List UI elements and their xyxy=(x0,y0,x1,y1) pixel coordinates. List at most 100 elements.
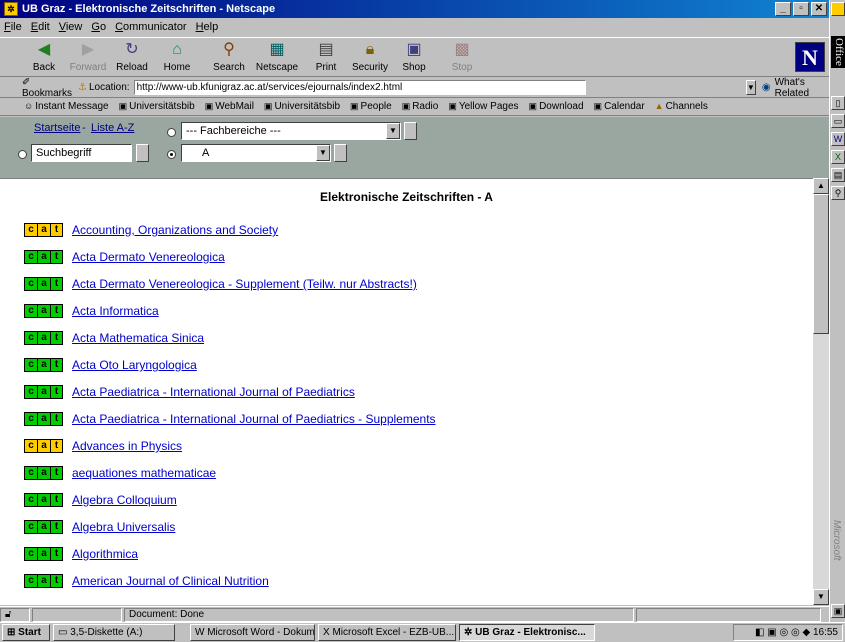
fachbereiche-go-button[interactable] xyxy=(404,122,417,140)
cat-availability-badge[interactable]: cat xyxy=(24,466,63,480)
journal-link[interactable]: Acta Dermato Venereologica xyxy=(72,248,225,266)
cat-availability-badge[interactable]: cat xyxy=(24,493,63,507)
suchbegriff-go-button[interactable] xyxy=(136,144,149,162)
cat-availability-badge[interactable]: cat xyxy=(24,250,63,264)
radio-suchbegriff[interactable] xyxy=(18,150,27,159)
cat-availability-badge[interactable]: cat xyxy=(24,223,63,237)
suchbegriff-input[interactable]: Suchbegriff xyxy=(31,144,132,162)
bookmark-icon: ▣ xyxy=(263,101,273,111)
cat-letter: c xyxy=(24,439,37,453)
cat-availability-badge[interactable]: cat xyxy=(24,358,63,372)
stop-button[interactable]: ▩ Stop xyxy=(440,41,484,77)
menu-edit[interactable]: Edit xyxy=(31,21,50,33)
letter-select[interactable]: A ▼ xyxy=(181,144,331,162)
bookmarks-button[interactable]: ✐ Bookmarks xyxy=(22,77,72,99)
bookmark-yellow-pages[interactable]: ▣ Yellow Pages xyxy=(448,101,518,112)
maximize-button[interactable]: ▫ xyxy=(793,2,809,16)
cat-letter: t xyxy=(50,466,63,480)
url-dropdown-button[interactable]: ▼ xyxy=(745,80,756,95)
menu-help[interactable]: Help xyxy=(196,21,219,33)
shop-button[interactable]: ▣ Shop xyxy=(392,41,436,77)
cat-availability-badge[interactable]: cat xyxy=(24,520,63,534)
new-document-icon[interactable]: ▯ xyxy=(831,96,845,110)
fachbereiche-select[interactable]: --- Fachbereiche --- ▼ xyxy=(181,122,401,140)
journal-link[interactable]: Acta Paediatrica - International Journal… xyxy=(72,410,436,428)
radio-fachbereiche[interactable] xyxy=(167,128,176,137)
vertical-scrollbar[interactable]: ▲ ▼ xyxy=(813,178,829,605)
bookmark-instant-message[interactable]: ☺ Instant Message xyxy=(24,101,109,112)
cat-letter: c xyxy=(24,277,37,291)
journal-link[interactable]: Algorithmica xyxy=(72,545,138,563)
taskbar-item-word[interactable]: W Microsoft Word - Dokument1 xyxy=(190,624,315,641)
cat-availability-badge[interactable]: cat xyxy=(24,331,63,345)
close-button[interactable]: ✕ xyxy=(811,2,827,16)
netscape-app-icon: ✲ xyxy=(4,2,18,16)
cat-availability-badge[interactable]: cat xyxy=(24,547,63,561)
bookmark-people[interactable]: ▣ People xyxy=(350,101,392,112)
windows-logo-icon: ⊞ xyxy=(7,627,19,638)
reload-button[interactable]: ↻ Reload xyxy=(110,41,154,77)
journal-link[interactable]: Algebra Universalis xyxy=(72,518,175,536)
bookmark-calendar[interactable]: ▣ Calendar xyxy=(594,101,645,112)
cat-letter: a xyxy=(37,412,50,426)
cat-availability-badge[interactable]: cat xyxy=(24,439,63,453)
journal-link[interactable]: Acta Informatica xyxy=(72,302,159,320)
home-button[interactable]: ⌂ Home xyxy=(155,41,199,77)
cat-letter: t xyxy=(50,277,63,291)
menu-communicator[interactable]: Communicator xyxy=(115,21,187,33)
journal-link[interactable]: Acta Oto Laryngologica xyxy=(72,356,197,374)
excel-icon[interactable]: X xyxy=(831,150,845,164)
outlook-icon[interactable]: ▤ xyxy=(831,168,845,182)
cat-availability-badge[interactable]: cat xyxy=(24,304,63,318)
scroll-up-button[interactable]: ▲ xyxy=(813,178,829,194)
bookmark-universitaetsbib-2[interactable]: ▣ Universitätsbib xyxy=(264,101,340,112)
menu-go[interactable]: Go xyxy=(91,21,106,33)
search-button[interactable]: ⚲ Search xyxy=(207,41,251,77)
cat-availability-badge[interactable]: cat xyxy=(24,412,63,426)
bookmark-channels[interactable]: ▲ Channels xyxy=(655,101,708,112)
journal-link[interactable]: Advances in Physics xyxy=(72,437,182,455)
scroll-thumb[interactable] xyxy=(813,194,829,334)
taskbar-item-diskette[interactable]: ▭ 3,5-Diskette (A:) xyxy=(53,624,175,641)
journal-link[interactable]: Acta Mathematica Sinica xyxy=(72,329,204,347)
cat-availability-badge[interactable]: cat xyxy=(24,277,63,291)
cat-letter: c xyxy=(24,520,37,534)
forward-button[interactable]: ▶ Forward xyxy=(66,41,110,77)
bookmark-webmail[interactable]: ▣ WebMail xyxy=(205,101,254,112)
open-folder-icon[interactable]: ▭ xyxy=(831,114,845,128)
security-button[interactable]: 🔒︎ Security xyxy=(348,41,392,77)
netscape-button[interactable]: ▦ Netscape xyxy=(255,41,299,77)
journal-link[interactable]: American Journal of Clinical Nutrition xyxy=(72,572,269,590)
startseite-link[interactable]: Startseite xyxy=(34,122,80,134)
cat-letter: a xyxy=(37,250,50,264)
print-button[interactable]: ▤ Print xyxy=(304,41,348,77)
bookmark-radio[interactable]: ▣ Radio xyxy=(402,101,439,112)
office-menu-icon[interactable] xyxy=(831,2,845,16)
taskbar-item-excel[interactable]: X Microsoft Excel - EZB-UB... xyxy=(318,624,456,641)
taskbar-item-netscape[interactable]: ✲ UB Graz - Elektronisc... xyxy=(459,624,595,641)
minimize-button[interactable]: _ xyxy=(775,2,791,16)
cat-letter: a xyxy=(37,520,50,534)
liste-az-link[interactable]: Liste A-Z xyxy=(91,122,134,134)
start-button[interactable]: ⊞ Start xyxy=(2,624,50,641)
letter-go-button[interactable] xyxy=(334,144,347,162)
url-field[interactable]: http://www-ub.kfunigraz.ac.at/services/e… xyxy=(133,80,586,95)
whats-related-button[interactable]: What's Related xyxy=(775,77,829,99)
cat-availability-badge[interactable]: cat xyxy=(24,574,63,588)
cat-availability-badge[interactable]: cat xyxy=(24,385,63,399)
office-bottom-icon[interactable]: ▣ xyxy=(831,604,845,618)
journal-link[interactable]: Algebra Colloquium xyxy=(72,491,177,509)
journal-link[interactable]: Acta Paediatrica - International Journal… xyxy=(72,383,355,401)
journal-link[interactable]: Acta Dermato Venereologica - Supplement … xyxy=(72,275,417,293)
word-icon[interactable]: W xyxy=(831,132,845,146)
journal-link[interactable]: aequationes mathematicae xyxy=(72,464,216,482)
menu-view[interactable]: View xyxy=(59,21,83,33)
back-button[interactable]: ◀ Back xyxy=(22,41,66,77)
scroll-down-button[interactable]: ▼ xyxy=(813,589,829,605)
menu-file[interactable]: File xyxy=(4,21,22,33)
bookmark-download[interactable]: ▣ Download xyxy=(529,101,584,112)
bookmark-universitaetsbib-1[interactable]: ▣ Universitätsbib xyxy=(119,101,195,112)
radio-letter[interactable] xyxy=(167,150,176,159)
search-icon[interactable]: ⚲ xyxy=(831,186,845,200)
journal-link[interactable]: Accounting, Organizations and Society xyxy=(72,221,278,239)
